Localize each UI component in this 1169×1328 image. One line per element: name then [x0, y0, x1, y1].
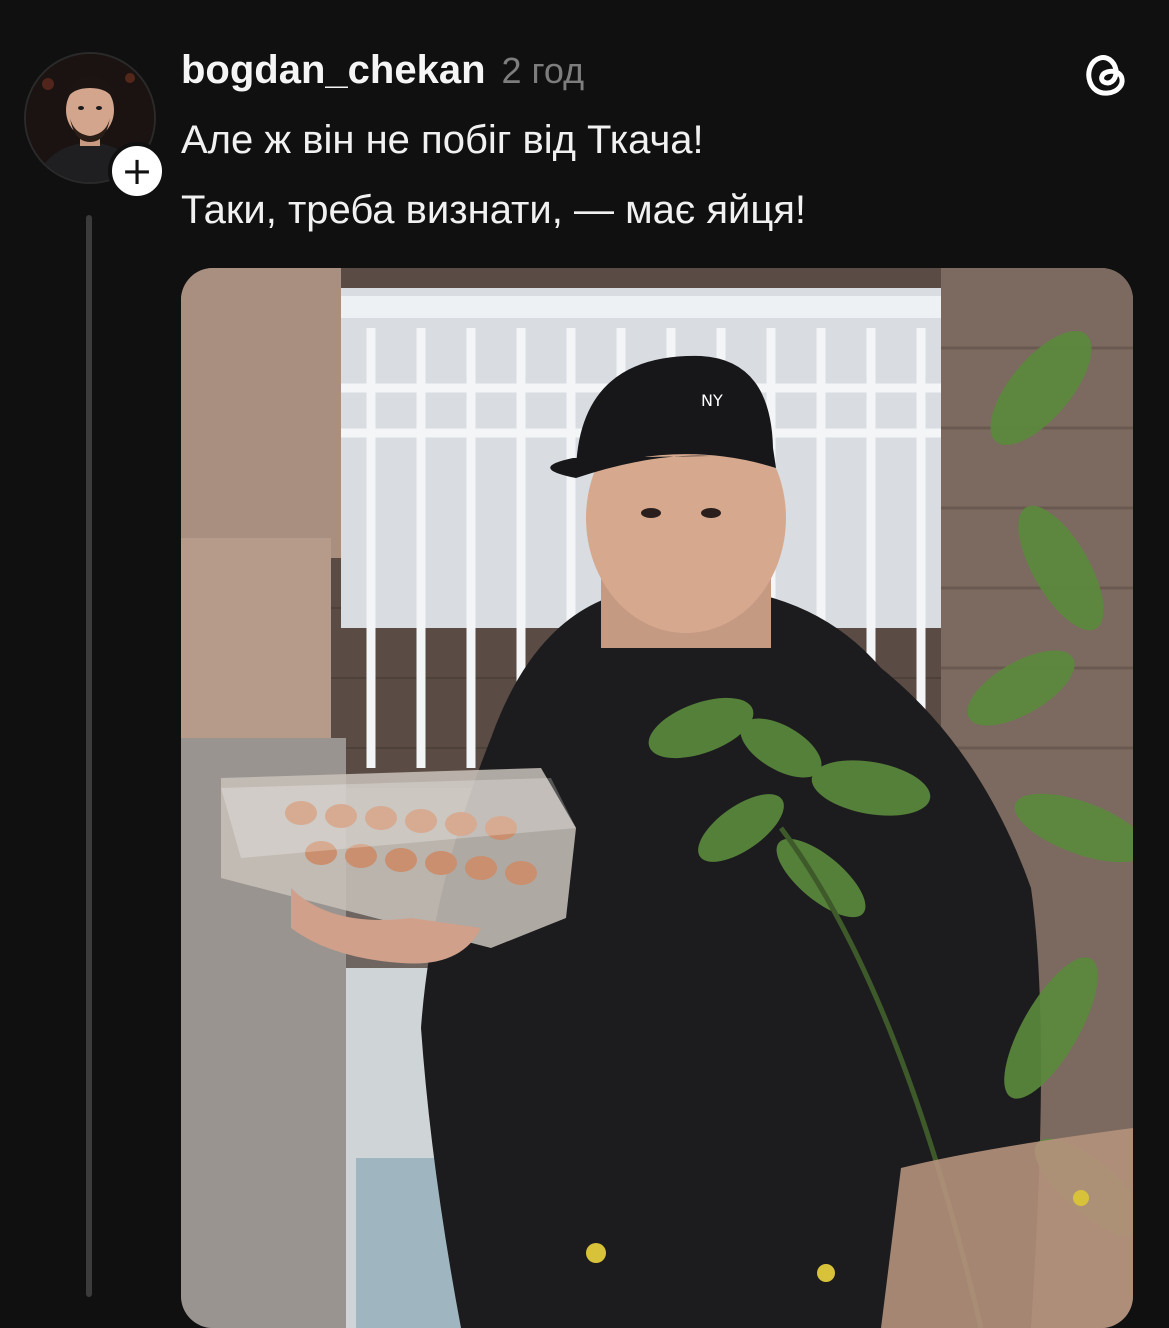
follow-button[interactable]: +	[108, 142, 166, 200]
cap-logo: NY	[701, 391, 723, 410]
timestamp: 2 год	[501, 50, 585, 91]
username[interactable]: bogdan_chekan	[181, 48, 486, 93]
post-header: bogdan_chekan 2 год	[181, 48, 584, 93]
post-text-line-2: Таки, треба визнати, — має яйця!	[181, 188, 807, 232]
post-photo[interactable]: NY	[181, 268, 1133, 1328]
thread-line	[86, 215, 92, 1297]
threads-logo-icon[interactable]	[1080, 48, 1132, 100]
plus-icon: +	[121, 149, 153, 193]
threads-post: + bogdan_chekan 2 год Але ж він не побіг…	[0, 0, 1169, 1328]
post-text-line-1: Але ж він не побіг від Ткача!	[181, 118, 704, 162]
author-avatar-container[interactable]: +	[24, 52, 166, 200]
